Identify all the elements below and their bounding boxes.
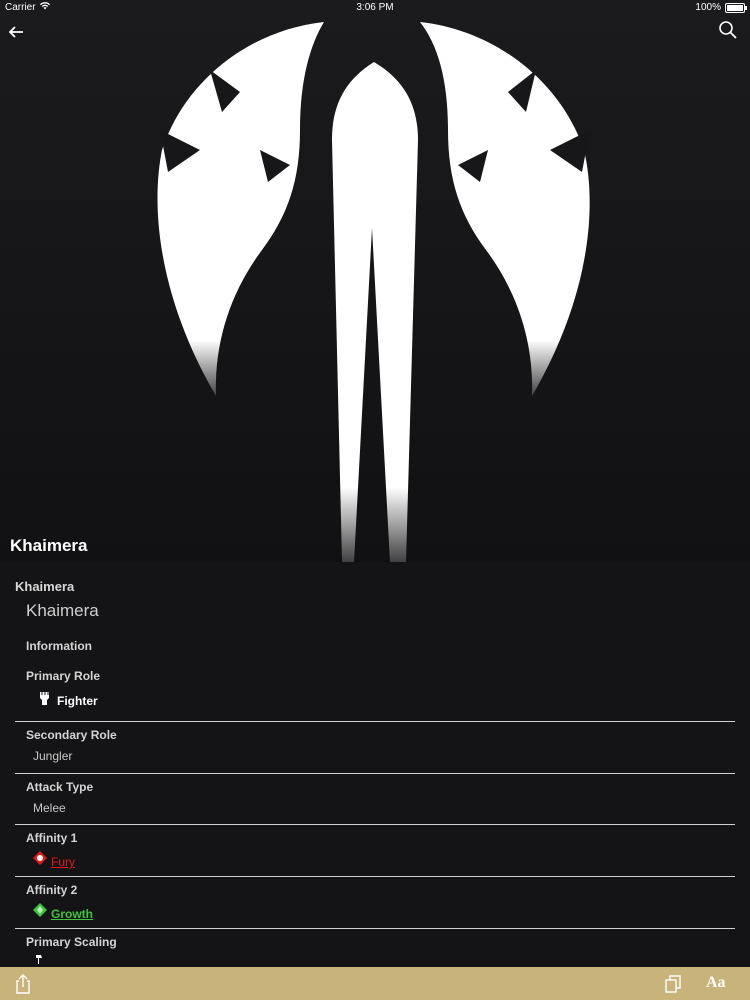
entry-heading: Khaimera <box>15 579 75 594</box>
field-label: Affinity 2 <box>26 883 78 897</box>
field-value: Melee <box>33 801 66 815</box>
bottom-toolbar: Aa <box>0 967 750 1000</box>
field-value: Jungler <box>33 749 73 763</box>
field-row-attack-type: Attack Type Melee <box>15 774 735 825</box>
field-value: Growth <box>33 901 93 921</box>
field-value-link[interactable]: Growth <box>51 907 93 921</box>
field-label: Secondary Role <box>26 728 117 742</box>
entry-name: Khaimera <box>26 601 99 620</box>
field-row-primary-scaling: Primary Scaling <box>15 929 735 967</box>
field-label: Affinity 1 <box>26 831 78 845</box>
section-label-information: Information <box>26 639 92 653</box>
fist-icon <box>37 688 53 709</box>
battery-icon <box>725 2 747 13</box>
field-value-link[interactable]: Fury <box>51 855 75 869</box>
entry-content: Khaimera Khaimera Information Primary Ro… <box>0 562 750 967</box>
copy-icon[interactable] <box>664 974 682 994</box>
field-row-affinity-1: Affinity 1 Fury <box>15 825 735 877</box>
field-value-link[interactable]: Fighter <box>57 694 98 708</box>
status-time: 3:06 PM <box>356 2 394 13</box>
axe-icon <box>35 953 43 967</box>
font-size-button[interactable]: Aa <box>706 974 726 992</box>
page-title: Khaimera <box>10 536 88 555</box>
field-label: Attack Type <box>26 780 94 794</box>
field-row-affinity-2: Affinity 2 Growth <box>15 877 735 929</box>
search-icon[interactable] <box>718 20 738 40</box>
hero-banner <box>0 0 750 562</box>
status-bar: Carrier 3:06 PM 100% <box>0 0 750 16</box>
share-icon[interactable] <box>14 974 32 994</box>
field-label: Primary Scaling <box>26 935 117 949</box>
battery-percent: 100% <box>695 2 721 13</box>
field-row-secondary-role: Secondary Role Jungler <box>15 722 735 774</box>
growth-icon <box>33 902 47 920</box>
khaimera-emblem <box>157 22 590 562</box>
field-row-primary-role: Primary Role Fighter <box>15 664 735 722</box>
field-value: Fighter <box>37 688 98 709</box>
arrow-left-icon[interactable] <box>6 22 26 42</box>
field-label: Primary Role <box>26 669 101 683</box>
field-value: Fury <box>33 849 75 869</box>
fury-icon <box>33 850 47 868</box>
field-value <box>35 953 43 967</box>
